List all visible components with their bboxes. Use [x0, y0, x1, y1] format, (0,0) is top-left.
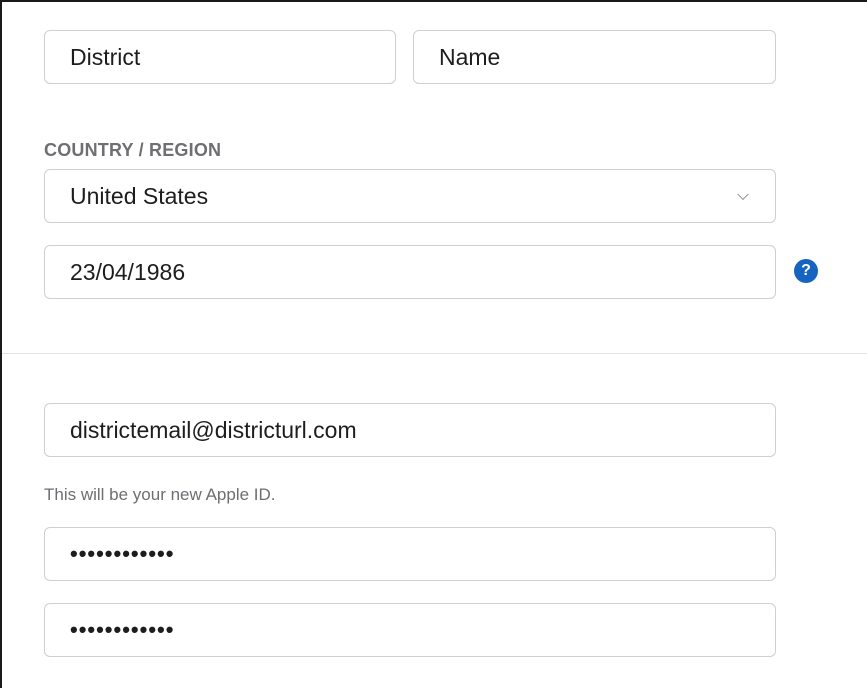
section-divider — [2, 353, 867, 354]
country-selected-value: United States — [70, 182, 209, 209]
question-mark-icon[interactable]: ? — [794, 259, 818, 283]
email-value: districtemail@districturl.com — [70, 416, 357, 443]
password-field[interactable]: •••••••••••• — [44, 527, 776, 581]
help-glyph: ? — [801, 262, 811, 279]
birthday-field[interactable]: 23/04/1986 — [44, 245, 776, 299]
last-name-value: Name — [439, 43, 501, 70]
chevron-down-icon — [737, 188, 749, 201]
confirm-password-field[interactable]: •••••••••••• — [44, 603, 776, 657]
confirm-password-value: •••••••••••• — [70, 617, 175, 642]
birthday-value: 23/04/1986 — [70, 258, 186, 285]
first-name-value: District — [70, 43, 141, 70]
form-container — [0, 0, 867, 688]
email-field[interactable]: districtemail@districturl.com — [44, 403, 776, 457]
country-region-label: COUNTRY / REGION — [44, 140, 222, 160]
apple-id-hint: This will be your new Apple ID. — [44, 485, 276, 504]
last-name-field[interactable]: Name — [413, 30, 776, 84]
password-value: •••••••••••• — [70, 541, 175, 566]
first-name-field[interactable]: District — [44, 30, 396, 84]
country-select[interactable]: United States — [44, 169, 776, 223]
